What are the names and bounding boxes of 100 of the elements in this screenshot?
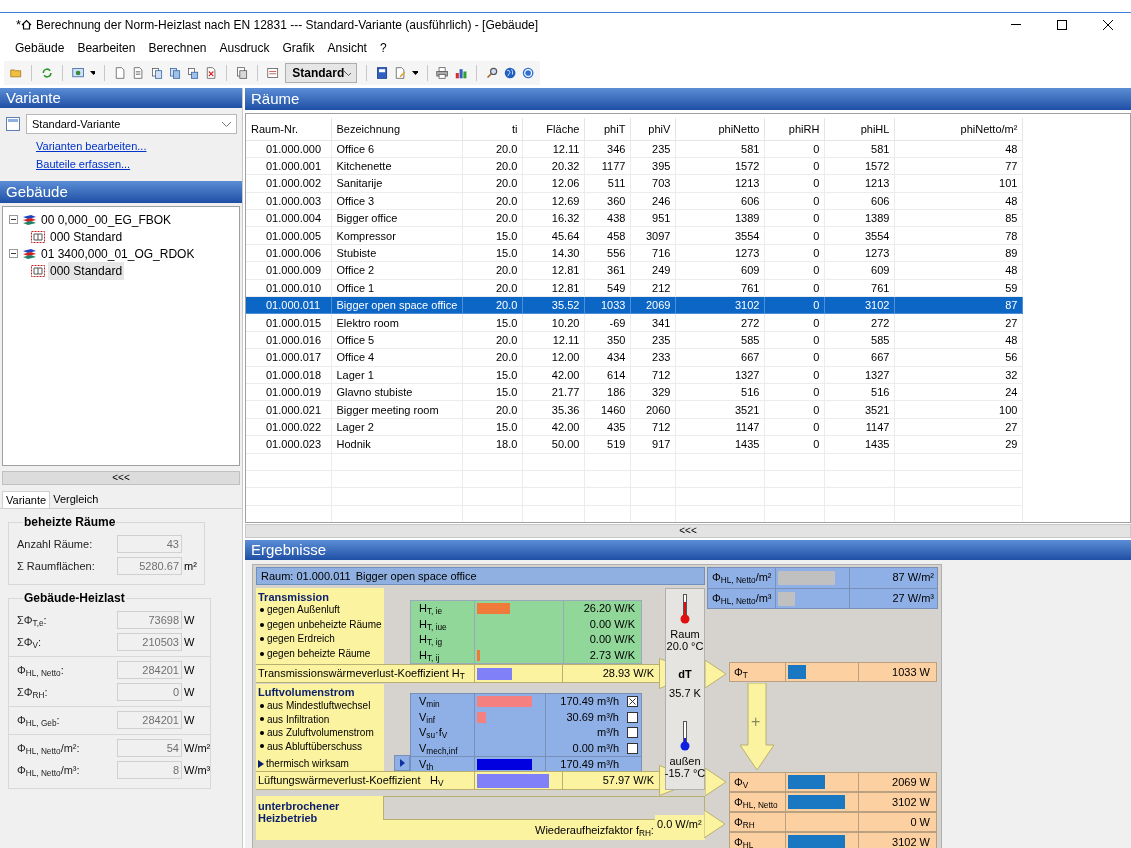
table-row[interactable]: 01.000.021 Bigger meeting room 20.0 35.36 1460 2060 3521 0 3521 100 bbox=[246, 400, 1023, 419]
column-header[interactable]: phiHL bbox=[824, 118, 895, 140]
column-header[interactable]: Bezeichnung bbox=[331, 118, 463, 140]
splitter-handle[interactable]: <<< bbox=[245, 524, 1131, 538]
collapse-icon[interactable] bbox=[9, 215, 18, 224]
table-row[interactable]: 01.000.004 Bigger office 20.0 16.32 438 951 1389 0 1389 85 bbox=[246, 209, 1023, 227]
table-cell: 0 bbox=[764, 366, 825, 384]
menu-item[interactable]: Berechnen bbox=[143, 39, 212, 57]
close-icon[interactable] bbox=[1103, 19, 1113, 30]
checkbox[interactable] bbox=[626, 711, 638, 723]
table-row[interactable]: 01.000.005 Kompressor 15.0 45.64 458 3097 3554 0 3554 78 bbox=[246, 226, 1023, 245]
refresh-icon[interactable] bbox=[40, 65, 54, 81]
table-row[interactable]: 01.000.022 Lager 2 15.0 42.00 435 712 1147 0 1147 27 bbox=[246, 418, 1023, 436]
column-header[interactable]: phiRH bbox=[764, 118, 825, 140]
table-row[interactable]: 01.000.019 Glavno stubiste 15.0 21.77 186 329 516 0 516 24 bbox=[246, 383, 1023, 401]
unit-label: W/m² bbox=[184, 740, 211, 756]
help-icon[interactable] bbox=[521, 65, 535, 81]
table-cell: 01.000.016 bbox=[246, 331, 331, 349]
column-header[interactable]: Fläche bbox=[522, 118, 585, 140]
splitter-handle[interactable]: <<< bbox=[2, 471, 240, 485]
table-row[interactable]: 01.000.009 Office 2 20.0 12.81 361 249 609 0 609 48 bbox=[246, 261, 1023, 280]
plus-sign: + bbox=[751, 712, 761, 732]
menu-item[interactable]: Bearbeiten bbox=[72, 39, 141, 57]
column-header[interactable]: Raum-Nr. bbox=[246, 118, 331, 140]
view-combo[interactable]: Standard bbox=[285, 63, 358, 83]
chevron-down-icon[interactable] bbox=[222, 121, 231, 127]
delete-document-icon[interactable] bbox=[205, 65, 218, 81]
chevron-down-icon[interactable] bbox=[344, 70, 352, 76]
table-cell: 12.11 bbox=[522, 331, 585, 349]
caret-icon[interactable] bbox=[90, 71, 96, 75]
symbol-label: Φ$_{V}$ bbox=[730, 773, 786, 791]
column-header[interactable]: phiNetto/m² bbox=[894, 118, 1023, 140]
table-row[interactable]: 01.000.018 Lager 1 15.0 42.00 614 712 1327 0 1327 32 bbox=[246, 366, 1023, 384]
table-cell: 350 bbox=[584, 331, 631, 349]
collapse-icon[interactable] bbox=[9, 249, 18, 258]
table-row[interactable]: 01.000.001 Kitchenette 20.0 20.32 1177 395 1572 0 1572 77 bbox=[246, 157, 1023, 175]
table-cell: 581 bbox=[675, 140, 765, 158]
temperature-value: -15.7 °C bbox=[664, 767, 706, 779]
link[interactable]: Varianten bearbeiten... bbox=[36, 138, 147, 155]
maximize-icon[interactable] bbox=[1057, 19, 1067, 30]
calculator-icon[interactable] bbox=[376, 65, 389, 81]
column-header[interactable]: phiNetto bbox=[675, 118, 765, 140]
room-name: Bigger open space office bbox=[355, 568, 477, 584]
table-cell: 12.81 bbox=[522, 279, 585, 297]
globe-icon[interactable] bbox=[503, 65, 516, 81]
report-icon[interactable] bbox=[267, 65, 280, 81]
table-cell: 0 bbox=[764, 435, 825, 454]
group-title: Gebäude-Heizlast bbox=[23, 590, 126, 607]
unit-label: W/m³ bbox=[184, 762, 211, 778]
table-row[interactable]: 01.000.006 Stubiste 15.0 14.30 556 716 1273 0 1273 89 bbox=[246, 244, 1023, 262]
table-row[interactable]: 01.000.017 Office 4 20.0 12.00 434 233 667 0 667 56 bbox=[246, 348, 1023, 367]
checkbox[interactable] bbox=[626, 696, 638, 708]
copy-icon[interactable] bbox=[236, 65, 249, 81]
table-cell: 585 bbox=[824, 331, 895, 349]
table-row[interactable]: 01.000.010 Office 1 20.0 12.81 549 212 761 0 761 59 bbox=[246, 279, 1023, 297]
tree-item[interactable]: 01 3400,000_01_OG_RDOK bbox=[40, 244, 196, 263]
tree-item[interactable]: 000 Standard bbox=[48, 227, 125, 246]
copy-icon[interactable] bbox=[168, 65, 181, 81]
table-cell: 0 bbox=[764, 261, 825, 280]
tab[interactable]: Variante bbox=[2, 491, 51, 508]
variant-combo[interactable]: Standard-Variante bbox=[26, 114, 237, 134]
checkbox[interactable] bbox=[626, 727, 638, 739]
document-icon[interactable] bbox=[132, 65, 145, 81]
tree-item[interactable]: 00 0,000_00_EG_FBOK bbox=[40, 210, 173, 229]
table-cell: 272 bbox=[824, 313, 895, 332]
stack-icon[interactable] bbox=[186, 65, 200, 81]
column-header[interactable]: ti bbox=[462, 118, 523, 140]
symbol-label: Φ$_{RH}$ bbox=[730, 813, 786, 831]
column-header[interactable]: phiT bbox=[584, 118, 631, 140]
menu-item[interactable]: Grafik bbox=[277, 39, 320, 57]
menu-item[interactable]: ? bbox=[374, 39, 392, 57]
caret-icon[interactable] bbox=[412, 71, 418, 75]
table-row[interactable]: 01.000.023 Hodnik 18.0 50.00 519 917 1435 0 1435 29 bbox=[246, 435, 1023, 454]
column-header[interactable]: phiV bbox=[630, 118, 676, 140]
table-row[interactable]: 01.000.003 Office 3 20.0 12.69 360 246 606 0 606 48 bbox=[246, 192, 1023, 210]
table-row[interactable]: 01.000.015 Elektro room 15.0 10.20 -69 341 272 0 272 27 bbox=[246, 313, 1023, 332]
table-row[interactable]: 01.000.016 Office 5 20.0 12.11 350 235 585 0 585 48 bbox=[246, 331, 1023, 349]
tab[interactable]: Vergleich bbox=[50, 491, 102, 508]
link[interactable]: Bauteile erfassen... bbox=[36, 155, 131, 172]
table-cell: 2069 bbox=[630, 296, 676, 314]
value-field: 210503 bbox=[117, 633, 182, 651]
table-cell: 1213 bbox=[675, 174, 765, 193]
table-row[interactable]: 01.000.002 Sanitarije 20.0 12.06 511 703 1213 0 1213 101 bbox=[246, 174, 1023, 193]
document-icon[interactable] bbox=[114, 65, 127, 81]
checkbox[interactable] bbox=[626, 742, 638, 754]
menu-item[interactable]: Ausdruck bbox=[214, 39, 275, 57]
menu-item[interactable]: Ansicht bbox=[322, 39, 372, 57]
value-label: 2069 W bbox=[891, 775, 931, 790]
menu-item[interactable]: Gebäude bbox=[10, 39, 70, 57]
table-cell: 0 bbox=[764, 244, 825, 262]
table-cell: 20.0 bbox=[462, 209, 523, 227]
search-icon[interactable] bbox=[485, 65, 498, 81]
printer-icon[interactable] bbox=[436, 65, 449, 81]
table-cell: 1389 bbox=[824, 209, 895, 227]
tree-item[interactable]: 000 Standard bbox=[48, 261, 125, 280]
copy-icon[interactable] bbox=[150, 65, 163, 81]
table-cell: Kitchenette bbox=[331, 157, 463, 175]
edit-document-icon[interactable] bbox=[394, 65, 407, 81]
value-label: 26.20 W/K bbox=[582, 601, 636, 616]
table-row[interactable]: 01.000.000 Office 6 20.0 12.11 346 235 581 0 581 48 bbox=[246, 140, 1023, 158]
